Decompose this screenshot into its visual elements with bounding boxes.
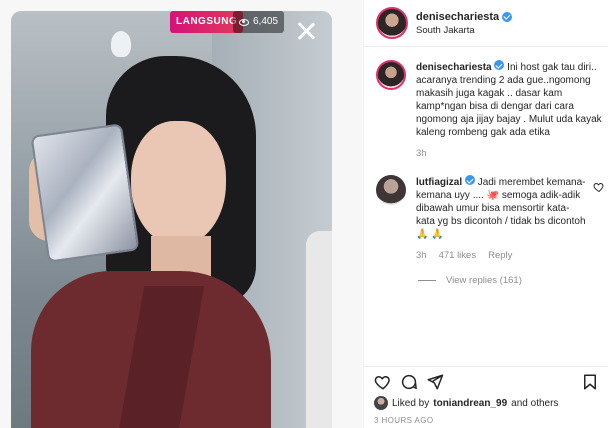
- caption-avatar[interactable]: [376, 60, 406, 90]
- comment-icon[interactable]: [400, 373, 418, 391]
- live-video[interactable]: [11, 11, 332, 428]
- post-timestamp[interactable]: 3 HOURS AGO: [374, 416, 599, 425]
- share-icon[interactable]: [426, 373, 444, 391]
- caption: denisechariesta Ini host gak tau diri.. …: [376, 60, 608, 159]
- replies-line: [418, 280, 436, 281]
- comment-likes[interactable]: 471 likes: [439, 250, 477, 261]
- verified-icon: [464, 175, 475, 185]
- comment-avatar[interactable]: [376, 175, 406, 205]
- post-actions: Liked by toniandrean_99 and others 3 HOU…: [364, 366, 608, 425]
- caption-username[interactable]: denisechariesta: [416, 62, 492, 73]
- comment-time[interactable]: 3h: [416, 250, 427, 261]
- liked-by-suffix[interactable]: and others: [511, 398, 558, 409]
- caption-text: denisechariesta Ini host gak tau diri.. …: [416, 60, 602, 139]
- view-replies-label[interactable]: View replies (161): [446, 275, 522, 286]
- video-side-figure: [306, 231, 332, 428]
- video-person-face: [131, 121, 226, 246]
- verified-icon: [502, 11, 513, 22]
- eye-icon: [239, 18, 249, 26]
- view-replies[interactable]: View replies (161): [418, 275, 608, 286]
- video-lamp: [111, 31, 131, 57]
- bookmark-icon[interactable]: [581, 373, 599, 391]
- comment-username[interactable]: lutfiagizal: [416, 177, 462, 188]
- post-username[interactable]: denisechariesta: [416, 11, 513, 23]
- comments-list[interactable]: denisechariesta Ini host gak tau diri.. …: [364, 48, 608, 366]
- live-video-area: LANGSUNG 6,405: [0, 0, 362, 428]
- post-username-text[interactable]: denisechariesta: [416, 11, 499, 23]
- post-panel: denisechariesta South Jakarta denisechar…: [363, 0, 608, 428]
- verified-icon: [494, 60, 505, 70]
- liked-by-prefix: Liked by: [392, 397, 430, 409]
- comment-item: lutfiagizal Jadi merembet kemana-kemana …: [376, 175, 608, 261]
- caption-time[interactable]: 3h: [416, 148, 427, 159]
- close-icon[interactable]: [295, 20, 317, 42]
- viewer-count-badge: 6,405: [233, 11, 285, 33]
- liked-by-avatar[interactable]: [374, 396, 388, 410]
- video-makeup-palette: [30, 123, 140, 263]
- post-header: denisechariesta South Jakarta: [364, 0, 608, 47]
- comment-heart-icon[interactable]: [593, 181, 605, 193]
- heart-icon[interactable]: [374, 373, 392, 391]
- post-location[interactable]: South Jakarta: [416, 25, 512, 36]
- liked-by-user[interactable]: toniandrean_99: [433, 398, 507, 409]
- reply-button[interactable]: Reply: [488, 250, 512, 261]
- caption-body: Ini host gak tau diri.. acaranya trendin…: [416, 62, 602, 138]
- avatar[interactable]: [376, 7, 408, 39]
- comment-text: lutfiagizal Jadi merembet kemana-kemana …: [416, 175, 586, 241]
- liked-by: Liked by toniandrean_99 and others: [374, 396, 599, 410]
- viewer-count: 6,405: [253, 16, 279, 27]
